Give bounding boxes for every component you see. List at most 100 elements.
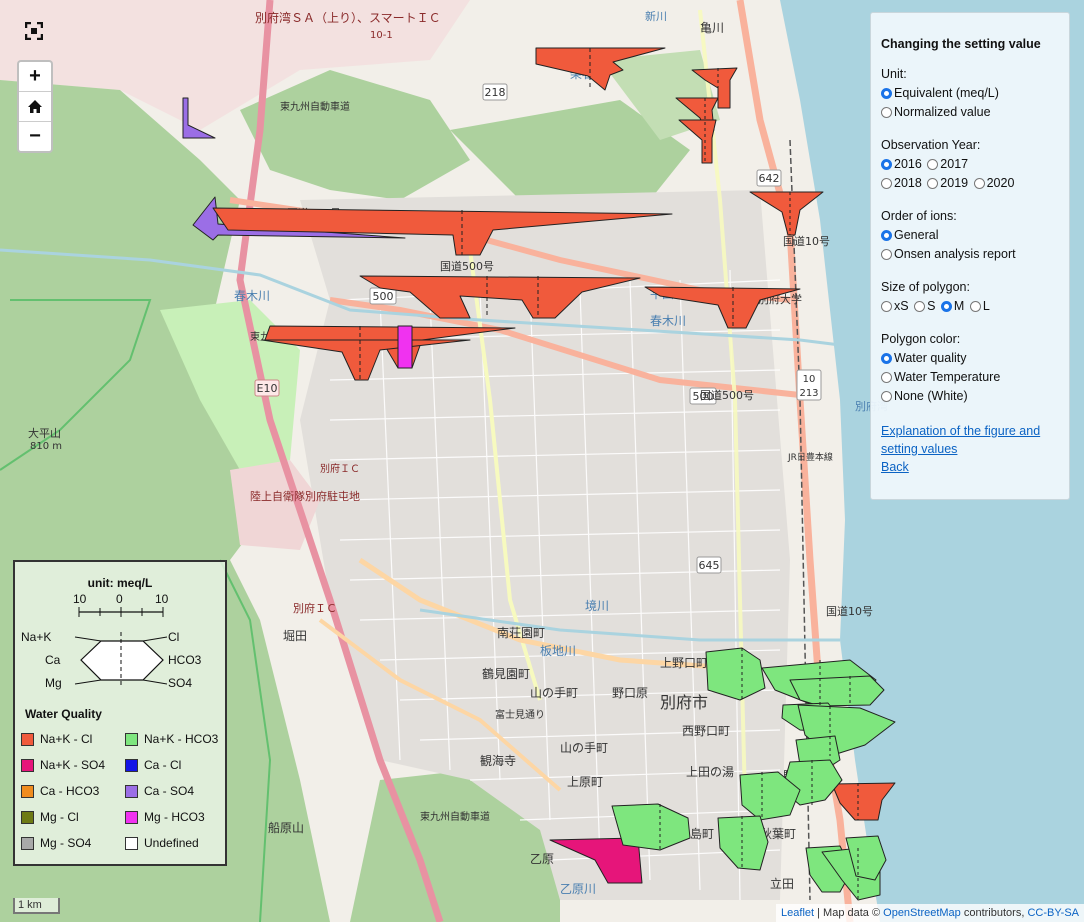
- legend-ion-mg: Mg: [45, 676, 62, 690]
- legend-item: Undefined: [125, 836, 199, 851]
- size-group: Size of polygon: xS S M L: [881, 280, 1059, 316]
- radio-selected[interactable]: [940, 301, 952, 312]
- radio[interactable]: [881, 249, 892, 260]
- radio[interactable]: [927, 178, 939, 189]
- option-label: xS: [894, 299, 909, 313]
- legend-item: Na+K - HCO3: [125, 732, 219, 747]
- place-label: 大平山: [28, 426, 61, 440]
- place-label: 板地川: [540, 644, 576, 658]
- place-label: 船原山: [268, 821, 304, 835]
- place-label: 西野口町: [682, 724, 730, 738]
- unit-option-equivalent[interactable]: Equivalent (meq/L): [881, 84, 999, 103]
- road-label: 642: [759, 172, 780, 185]
- year-option-2016[interactable]: 2016: [881, 155, 922, 174]
- size-option-s[interactable]: S: [914, 297, 935, 316]
- place-label: 島町: [690, 826, 714, 841]
- color-option-water-quality[interactable]: Water quality: [881, 349, 966, 368]
- radio[interactable]: [973, 178, 985, 189]
- place-label: 別府湾ＳＡ（上り）、スマートＩＣ: [255, 10, 441, 25]
- size-label: Size of polygon:: [881, 280, 970, 294]
- place-label: JR日豊本線: [787, 451, 833, 463]
- legend-item: Ca - Cl: [125, 758, 182, 773]
- color-option-temperature[interactable]: Water Temperature: [881, 368, 1000, 387]
- radio-selected[interactable]: [881, 159, 892, 170]
- place-label: 陸上自衛隊別府駐屯地: [250, 489, 360, 503]
- road-label: 218: [485, 86, 506, 99]
- back-link[interactable]: Back: [881, 458, 1059, 476]
- place-label: 上田の湯: [686, 765, 734, 779]
- legend-ion-nak: Na+K: [21, 630, 52, 644]
- zoom-control: + −: [17, 60, 53, 153]
- size-option-xs[interactable]: xS: [881, 297, 909, 316]
- legend-item-label: Na+K - Cl: [40, 732, 93, 746]
- radio[interactable]: [914, 301, 926, 312]
- stiff-polygon[interactable]: [789, 675, 885, 707]
- legend-swatch: [21, 785, 34, 799]
- radio[interactable]: [969, 301, 981, 312]
- order-option-general[interactable]: General: [881, 226, 938, 245]
- option-label: M: [953, 299, 965, 313]
- year-group: Observation Year: 2016 2017 2018 2019 20…: [881, 138, 1059, 193]
- year-option-2020[interactable]: 2020: [973, 174, 1014, 193]
- place-label: 山の手町: [560, 741, 608, 755]
- place-label: 乙原川: [560, 882, 596, 896]
- order-option-onsen[interactable]: Onsen analysis report: [881, 245, 1016, 264]
- fullscreen-icon[interactable]: [20, 17, 48, 45]
- osm-link[interactable]: OpenStreetMap: [883, 907, 961, 919]
- stiff-polygon[interactable]: [397, 325, 413, 369]
- road-label: 645: [699, 559, 720, 572]
- year-option-2018[interactable]: 2018: [881, 174, 922, 193]
- legend-wq-title: Water Quality: [25, 707, 102, 721]
- radio-selected[interactable]: [881, 230, 892, 241]
- settings-panel: Changing the setting value Unit: Equival…: [870, 12, 1070, 500]
- attribution-text: contributors,: [960, 907, 1028, 919]
- year-option-2017[interactable]: 2017: [927, 155, 968, 174]
- color-label: Polygon color:: [881, 332, 961, 346]
- legend-item-label: Na+K - HCO3: [144, 732, 219, 746]
- scale-bar: 1 km: [13, 898, 60, 914]
- legend-item-label: Mg - HCO3: [144, 810, 205, 824]
- zoom-in-button[interactable]: +: [19, 62, 51, 92]
- color-option-none[interactable]: None (White): [881, 387, 968, 406]
- place-label: 堀田: [283, 628, 307, 643]
- license-link[interactable]: CC-BY-SA: [1027, 907, 1079, 919]
- place-label: 上原町: [567, 775, 603, 789]
- size-option-m[interactable]: M: [940, 297, 965, 316]
- legend-ion-hco3: HCO3: [168, 653, 202, 667]
- legend-item-label: Mg - Cl: [40, 810, 79, 824]
- place-label: 境川: [585, 598, 609, 613]
- place-label: 東九州自動車道: [420, 810, 490, 823]
- place-label: 国道10号: [783, 234, 830, 248]
- radio[interactable]: [881, 372, 892, 383]
- road-label: 213: [799, 388, 818, 399]
- radio[interactable]: [881, 301, 892, 312]
- radio[interactable]: [927, 159, 939, 170]
- place-label: 国道500号: [700, 388, 754, 402]
- legend-item-label: Ca - Cl: [144, 758, 182, 772]
- attribution: Leaflet | Map data © OpenStreetMap contr…: [776, 904, 1084, 922]
- year-option-2019[interactable]: 2019: [927, 174, 968, 193]
- legend-swatch: [125, 837, 138, 851]
- home-button[interactable]: [19, 92, 51, 122]
- radio[interactable]: [881, 178, 892, 189]
- radio[interactable]: [881, 391, 892, 402]
- radio[interactable]: [881, 107, 892, 118]
- leaflet-link[interactable]: Leaflet: [781, 907, 814, 919]
- zoom-out-button[interactable]: −: [19, 122, 51, 151]
- place-label: 新川: [645, 9, 667, 23]
- legend-ion-so4: SO4: [168, 676, 193, 690]
- legend-item: Ca - SO4: [125, 784, 194, 799]
- explanation-link[interactable]: Explanation of the figure and setting va…: [881, 422, 1059, 458]
- radio-selected[interactable]: [881, 353, 892, 364]
- legend-swatch: [125, 811, 138, 825]
- home-icon: [28, 100, 42, 113]
- option-label: 2017: [940, 157, 969, 171]
- legend-item-label: Mg - SO4: [40, 836, 92, 850]
- place-label: 山の手町: [530, 686, 578, 700]
- size-option-l[interactable]: L: [969, 297, 990, 316]
- radio-selected[interactable]: [881, 88, 892, 99]
- option-label: Water Temperature: [894, 370, 1001, 384]
- place-label: 別府市: [660, 693, 708, 712]
- unit-option-normalized[interactable]: Normalized value: [881, 103, 991, 122]
- year-label: Observation Year:: [881, 138, 981, 152]
